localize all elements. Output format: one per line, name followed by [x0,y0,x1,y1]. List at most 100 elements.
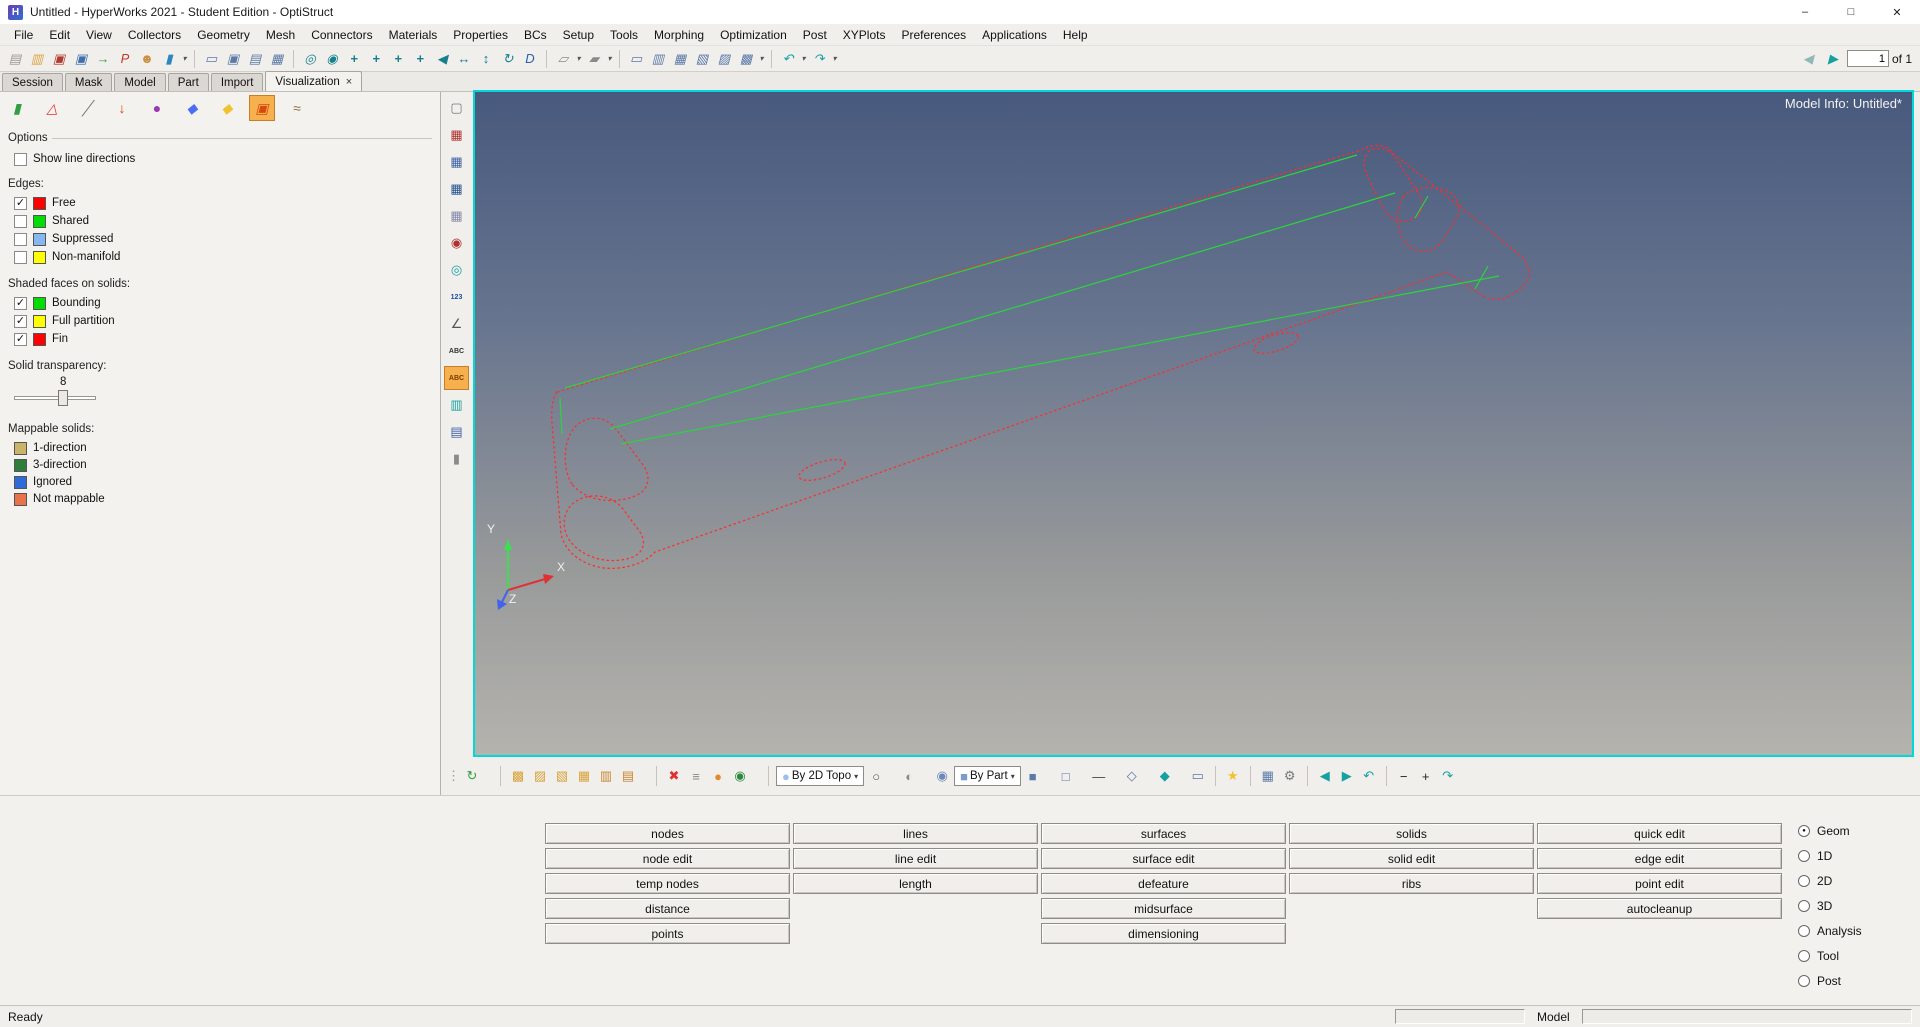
pan-vertical-icon[interactable]: ↕ [475,48,497,70]
visualization-settings-icon[interactable]: ▣ [249,95,275,121]
mode-1d[interactable]: 1D [1798,849,1832,863]
mask-panel-icon[interactable]: ▤ [618,764,638,788]
panel-button[interactable]: points [545,923,790,944]
dropdown-caret[interactable]: ▾ [1144,764,1153,788]
zoom-in-icon[interactable]: + [1416,764,1436,788]
transparency-slider[interactable] [14,390,96,406]
count-icon[interactable]: ◉ [730,764,750,788]
dropdown-caret[interactable]: ▾ [180,48,189,70]
close-button[interactable]: ✕ [1874,0,1920,24]
panel-button[interactable]: ribs [1289,873,1534,894]
menu-item[interactable]: Collectors [120,26,189,44]
organize-icon[interactable]: ≡ [686,764,706,788]
panel-button[interactable]: autocleanup [1537,898,1782,919]
rotate-center-icon[interactable]: ◎ [444,258,469,282]
left-end-slot[interactable] [564,417,649,502]
clipping-icon[interactable]: ▤ [444,420,469,444]
numbers-display-icon[interactable]: 123 [444,285,469,309]
rotate-view-icon[interactable]: ↻ [497,48,519,70]
tab-session[interactable]: Session [2,73,63,91]
panel-button[interactable]: dimensioning [1041,923,1286,944]
dropdown-caret[interactable]: ▾ [921,764,930,788]
shaded-fin-checkbox[interactable]: ✓ [14,332,27,346]
undo-icon[interactable]: ↶ [777,48,799,70]
edge-shared-checkbox[interactable] [14,214,27,228]
display-loads-icon[interactable]: ↓ [109,95,135,121]
dropdown-caret[interactable]: ▾ [830,48,839,70]
shaded-bounding-checkbox[interactable]: ✓ [14,296,27,310]
panel-button[interactable]: midsurface [1041,898,1286,919]
unmask-adjacent-icon[interactable]: ▨ [530,764,550,788]
menu-item[interactable]: BCs [516,26,555,44]
panel-button[interactable]: length [793,873,1038,894]
selector-settings-icon[interactable]: ↻ [462,764,482,788]
true-view-icon[interactable]: D [519,48,541,70]
geometry-wireframe-style-icon[interactable]: ○ [866,764,886,788]
save-model-icon[interactable]: ▣ [48,48,70,70]
menu-item[interactable]: Edit [41,26,78,44]
performance-graphics-icon[interactable]: ▭ [1188,764,1208,788]
dropdown-caret[interactable]: ▾ [1078,764,1087,788]
report-icon[interactable]: ▮ [158,48,180,70]
panel-button[interactable]: node edit [545,848,790,869]
mode-3d[interactable]: 3D [1798,899,1832,913]
panel-button[interactable]: line edit [793,848,1038,869]
page-input[interactable] [1846,50,1889,67]
previous-view-icon[interactable]: ◀ [1315,764,1335,788]
menu-item[interactable]: Help [1055,26,1096,44]
user-profiles-icon[interactable]: ☻ [136,48,158,70]
record-icon[interactable]: ▩ [735,48,757,70]
view-left-icon[interactable]: + [387,48,409,70]
selection-options-icon[interactable]: ▢ [444,96,469,120]
layout-single-icon[interactable]: ▭ [625,48,647,70]
display-tags-icon[interactable]: ◆ [214,95,240,121]
mesh-display-red-icon[interactable]: ▦ [444,123,469,147]
graphics-viewport[interactable]: Model Info: Untitled* Y X Z [473,90,1914,757]
element-shaded-style-icon[interactable]: ■ [1023,764,1043,788]
dropdown-caret[interactable]: ▾ [574,48,583,70]
mesh-display-shaded-icon[interactable]: ▦ [444,204,469,228]
shared-edge[interactable] [609,192,1396,430]
right-end-flange[interactable] [1363,147,1423,222]
menu-item[interactable]: Connectors [303,26,380,44]
panel-button[interactable]: point edit [1537,873,1782,894]
right-end-slot[interactable] [1397,187,1460,252]
element-color-mode-select[interactable]: ■ By Part ▾ [954,766,1021,786]
tab-part[interactable]: Part [167,73,209,91]
dropdown-caret[interactable]: ▾ [640,764,649,788]
view-iso-icon[interactable]: + [409,48,431,70]
element-1d-style-icon[interactable]: — [1089,764,1109,788]
browser-layout-icon[interactable]: ▦ [1258,764,1278,788]
panel-button[interactable]: temp nodes [545,873,790,894]
display-lines-icon[interactable]: ╱ [74,95,100,121]
panel-button[interactable]: surfaces [1041,823,1286,844]
labels-active-icon[interactable]: ABC [444,366,469,390]
display-morphing-icon[interactable]: ● [144,95,170,121]
solid-display-icon[interactable]: ▮ [444,447,469,471]
tab-mask[interactable]: Mask [64,73,113,91]
hole-left[interactable] [797,455,848,484]
shrink-elements-icon[interactable]: ◇ [1122,764,1142,788]
panel-button[interactable]: solids [1289,823,1534,844]
copy-window-icon[interactable]: ▭ [200,48,222,70]
panel-button[interactable]: edge edit [1537,848,1782,869]
layout-split-icon[interactable]: ▥ [647,48,669,70]
expand-window-icon[interactable]: ▨ [713,48,735,70]
display-geometry-icon[interactable]: ▮ [4,95,30,121]
paste-image-icon[interactable]: ▰ [583,48,605,70]
display-elements-icon[interactable]: △ [39,95,65,121]
mode-post[interactable]: Post [1798,974,1841,988]
panel-button[interactable]: distance [545,898,790,919]
menu-item[interactable]: File [6,26,41,44]
dropdown-caret[interactable]: ▾ [605,48,614,70]
menu-item[interactable]: Materials [381,26,446,44]
show-line-directions-checkbox[interactable] [14,152,27,166]
display-systems-icon[interactable]: ◆ [179,95,205,121]
tab-visualization[interactable]: Visualization × [265,71,363,91]
minimize-button[interactable]: – [1782,0,1828,24]
new-session-icon[interactable]: ▤ [4,48,26,70]
dropdown-caret[interactable]: ▾ [1111,764,1120,788]
shaded-fullpartition-checkbox[interactable]: ✓ [14,314,27,328]
element-wireframe-style-icon[interactable]: □ [1056,764,1076,788]
geometry-color-mode-select[interactable]: ● By 2D Topo ▾ [776,766,865,786]
